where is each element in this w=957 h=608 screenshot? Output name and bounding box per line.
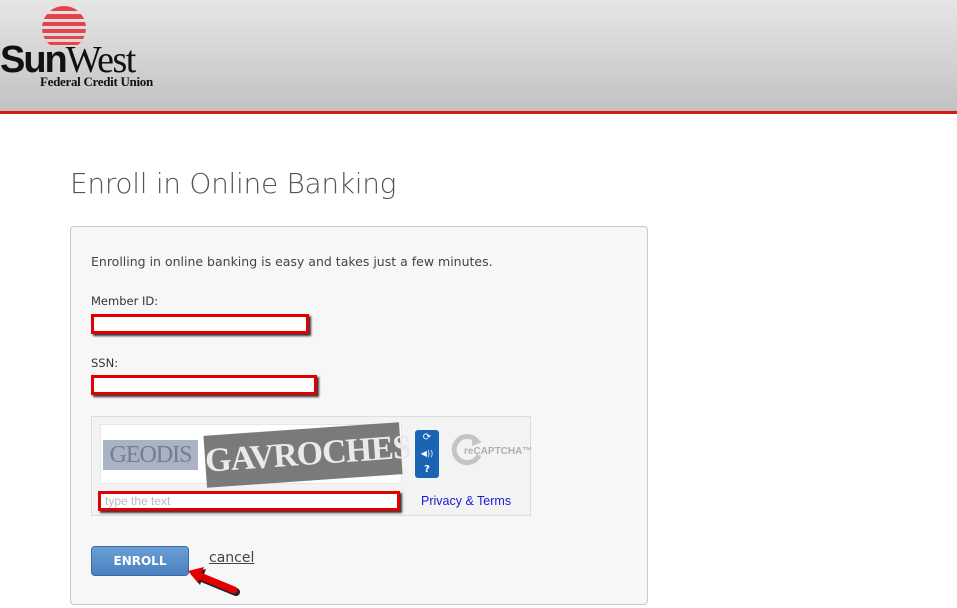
logo-subtitle: Federal Credit Union [40,74,153,89]
header-divider [0,111,957,114]
ssn-label: SSN: [91,356,119,370]
captcha-controls: ⟳ ◀)) ? [415,430,439,478]
refresh-icon[interactable]: ⟳ [415,430,439,446]
captcha-image: GEODIS GAVROCHES [100,422,412,488]
sunwest-logo[interactable]: SunWest Federal Credit Union [0,4,160,94]
enroll-form-panel: Enrolling in online banking is easy and … [70,226,648,605]
ssn-input[interactable] [91,375,317,395]
captcha-word-2: GAVROCHES [203,422,412,488]
privacy-terms-link[interactable]: Privacy & Terms [421,494,511,508]
recaptcha-logo: reCAPTCHA™ [450,433,533,473]
captcha-word-1: GEODIS [103,440,198,470]
captcha-response-input[interactable] [98,491,400,511]
enroll-button[interactable]: ENROLL [91,546,189,576]
audio-icon[interactable]: ◀)) [415,446,439,462]
page-title: Enroll in Online Banking [70,167,397,200]
site-header: SunWest Federal Credit Union [0,0,957,111]
recaptcha-widget: GEODIS GAVROCHES ⟳ ◀)) ? reCAPTCHA™ Priv… [91,416,533,516]
intro-text: Enrolling in online banking is easy and … [91,254,493,269]
help-icon[interactable]: ? [415,462,439,478]
annotation-arrow-icon [188,567,240,596]
member-id-input[interactable] [91,314,309,334]
member-id-label: Member ID: [91,294,159,308]
cancel-link[interactable]: cancel [209,550,254,566]
recaptcha-text: reCAPTCHA™ [464,446,533,457]
